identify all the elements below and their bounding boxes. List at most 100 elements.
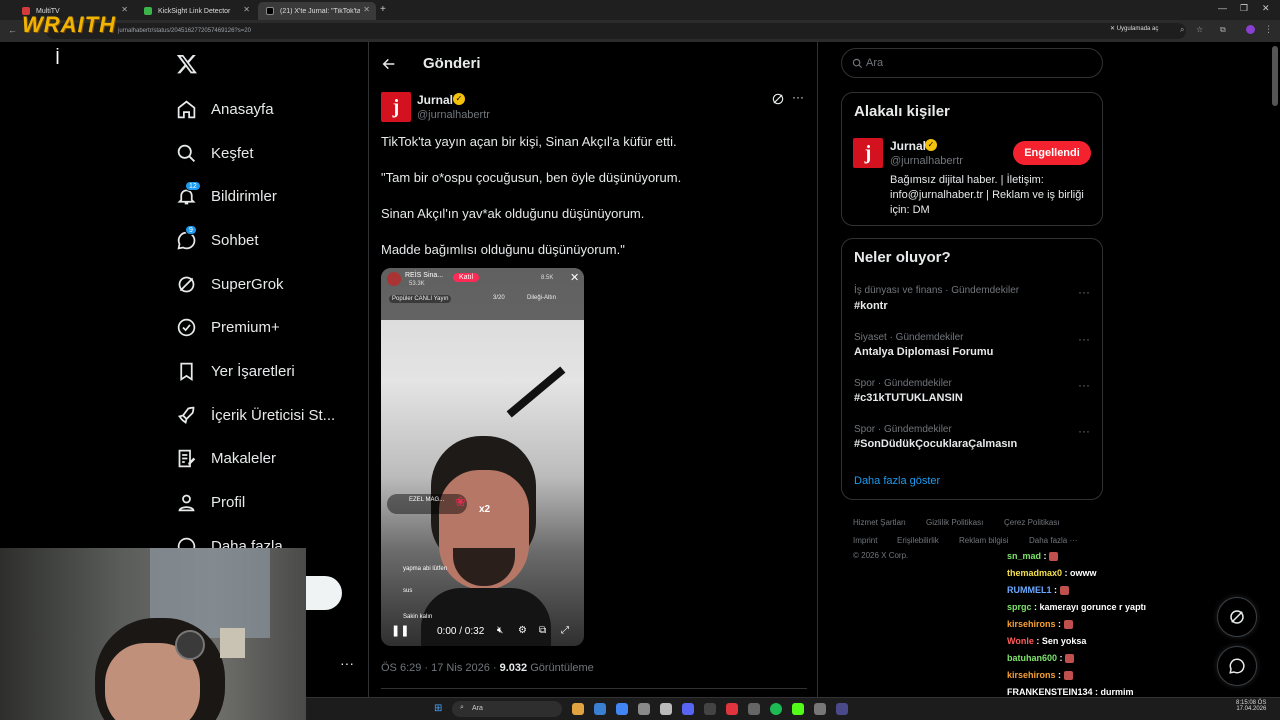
- person-icon: [178, 494, 195, 511]
- footer-link-cookies[interactable]: Çerez Politikası: [1004, 518, 1060, 527]
- nav-item-supergrok[interactable]: SuperGrok: [176, 269, 284, 299]
- chat-badge: 9: [185, 225, 197, 235]
- nav-item-explore[interactable]: Keşfet: [176, 138, 254, 168]
- nav-item-bookmarks[interactable]: Yer İşaretleri: [176, 356, 295, 386]
- nav-item-notifications[interactable]: 12 Bildirimler: [176, 181, 277, 211]
- author-handle[interactable]: @jurnalhabertr: [417, 109, 490, 121]
- footer-link-imprint[interactable]: Imprint: [853, 536, 877, 545]
- minimize-icon[interactable]: —: [1218, 3, 1227, 13]
- url-input[interactable]: jurnalhabertr/status/2045162772057469126…: [46, 23, 1186, 39]
- close-icon[interactable]: ✕: [243, 5, 250, 14]
- jurnal-logo: j: [864, 141, 872, 164]
- app-icon[interactable]: [726, 703, 738, 715]
- nav-item-creator-studio[interactable]: İçerik Üreticisi St...: [176, 400, 335, 430]
- back-icon[interactable]: ←: [8, 25, 17, 35]
- tab-kicksight[interactable]: KickSight Link Detector ✕: [136, 2, 256, 20]
- trend-more-icon[interactable]: ···: [1078, 285, 1090, 299]
- author-avatar[interactable]: j: [381, 92, 411, 122]
- tab-x-post[interactable]: (21) X'te Jurnal: "TikTok'ta yayın... ✕: [258, 2, 376, 20]
- streamer-shirt: [421, 588, 551, 646]
- menu-icon[interactable]: ⋮: [1264, 24, 1273, 35]
- tab-title: KickSight Link Detector: [158, 7, 231, 15]
- rocket-icon: [178, 406, 195, 424]
- trends-title: Neler oluyor?: [854, 249, 951, 266]
- back-button[interactable]: [381, 56, 397, 77]
- app-icon[interactable]: [660, 703, 672, 715]
- search-icon: [852, 58, 863, 69]
- mute-icon[interactable]: 🔇︎: [497, 625, 503, 636]
- trend-more-icon[interactable]: ···: [1078, 332, 1090, 346]
- pause-icon[interactable]: ❚❚: [391, 624, 409, 637]
- taskbar-clock[interactable]: 8:15:08 ÖS 17.04.2026: [1236, 700, 1266, 712]
- chrome-icon[interactable]: [616, 703, 628, 715]
- nav-item-profile[interactable]: Profil: [176, 487, 245, 517]
- file-explorer-icon[interactable]: [572, 703, 584, 715]
- post-timestamp[interactable]: ÖS 6:29 · 17 Nis 2026 ·: [381, 662, 500, 674]
- blocked-button[interactable]: Engellendi: [1013, 141, 1091, 165]
- start-icon[interactable]: ⊞: [434, 703, 442, 714]
- related-title: Alakalı kişiler: [854, 103, 950, 120]
- maximize-icon[interactable]: ❐: [1240, 3, 1248, 14]
- video-time: 0:00 / 0:32: [437, 626, 485, 637]
- trend-more-icon[interactable]: ···: [1078, 378, 1090, 392]
- footer-link-more[interactable]: Daha fazla ···: [1029, 536, 1077, 545]
- related-handle[interactable]: @jurnalhabertr: [890, 155, 963, 167]
- app-icon[interactable]: [704, 703, 716, 715]
- open-in-app-chip[interactable]: ✕ Uygulamada aç: [1110, 25, 1158, 32]
- spotify-icon[interactable]: [770, 703, 782, 715]
- x-logo[interactable]: [176, 53, 198, 80]
- extensions-icon[interactable]: ⧉: [1220, 25, 1226, 35]
- new-tab-icon[interactable]: +: [380, 4, 386, 15]
- author-name[interactable]: Jurnal: [417, 93, 453, 107]
- settings-gear-icon[interactable]: ⚙: [518, 625, 527, 636]
- clock-date: 17.04.2026: [1236, 706, 1267, 712]
- verified-icon: ✓: [453, 93, 465, 105]
- grok-explain-button[interactable]: [771, 92, 785, 111]
- app-icon[interactable]: [638, 703, 650, 715]
- footer-link-accessibility[interactable]: Erişilebilirlik: [897, 536, 939, 545]
- app-icon[interactable]: [836, 703, 848, 715]
- profile-avatar[interactable]: [1246, 25, 1255, 34]
- search-input[interactable]: Ara: [841, 48, 1103, 78]
- edge-icon[interactable]: [594, 703, 606, 715]
- post-more-icon[interactable]: ···: [792, 90, 804, 104]
- fullscreen-icon[interactable]: ⤢: [561, 625, 569, 636]
- emote-icon: [1065, 654, 1075, 664]
- post-button[interactable]: [300, 576, 342, 610]
- app-icon[interactable]: [814, 703, 826, 715]
- open-in-app-label: Uygulamada aç: [1116, 26, 1159, 32]
- account-more-icon[interactable]: ···: [340, 655, 354, 671]
- footer-link-terms[interactable]: Hizmet Şartları: [853, 518, 906, 527]
- close-icon[interactable]: ✕: [121, 5, 128, 14]
- gift-user: EZEL MAG...: [409, 497, 445, 503]
- show-more-link[interactable]: Daha fazla göster: [854, 475, 940, 487]
- kick-icon[interactable]: [792, 703, 804, 715]
- headphones: [175, 630, 205, 660]
- related-name[interactable]: Jurnal: [890, 139, 926, 153]
- nav-item-chat[interactable]: 9 Sohbet: [176, 225, 259, 255]
- chat-username: sprgc: [1007, 602, 1032, 612]
- scrollbar-thumb[interactable]: [1272, 46, 1278, 106]
- nav-item-home[interactable]: Anasayfa: [176, 94, 274, 124]
- taskbar-search[interactable]: ⌕ Ara: [452, 701, 562, 717]
- related-avatar[interactable]: j: [853, 138, 883, 168]
- arrow-left-icon: [382, 58, 395, 70]
- grok-fab-button[interactable]: [1217, 597, 1257, 637]
- pip-icon[interactable]: ⧉: [539, 625, 546, 636]
- footer-link-privacy[interactable]: Gizlilik Politikası: [926, 518, 983, 527]
- app-icon[interactable]: [748, 703, 760, 715]
- close-window-icon[interactable]: ✕: [1262, 3, 1270, 14]
- trend-more-icon[interactable]: ···: [1078, 424, 1090, 438]
- footer-link-ads-info[interactable]: Reklam bilgisi: [959, 536, 1008, 545]
- emote-icon: [1049, 552, 1059, 562]
- close-icon[interactable]: ✕: [363, 5, 370, 14]
- discord-icon[interactable]: [682, 703, 694, 715]
- star-icon[interactable]: ☆: [1196, 25, 1203, 34]
- video-player[interactable]: REİS Sina... 53.3K Katıl 8.5K ✕ Popüler …: [381, 268, 584, 646]
- related-people-card: Alakalı kişiler j Jurnal ✓ @jurnalhabert…: [841, 92, 1103, 226]
- messages-fab-button[interactable]: [1217, 646, 1257, 686]
- nav-item-articles[interactable]: Makaleler: [176, 443, 276, 473]
- zoom-icon[interactable]: ⌕: [1180, 25, 1184, 35]
- nav-item-premium[interactable]: Premium+: [176, 312, 280, 342]
- address-bar: ← jurnalhabertr/status/20451627720574691…: [0, 20, 1280, 42]
